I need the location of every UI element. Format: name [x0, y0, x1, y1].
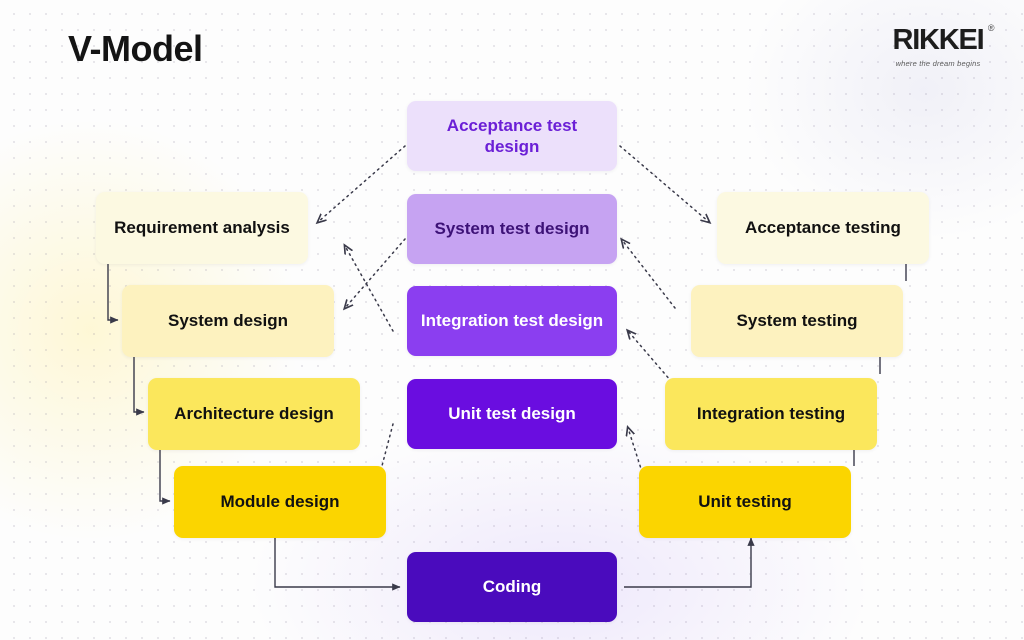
logo-wordmark: RIKKEI ®	[892, 24, 994, 56]
node-label: Integration test design	[420, 311, 604, 331]
node-label: Architecture design	[174, 404, 334, 424]
link-coding-to-unit-testing	[624, 537, 755, 588]
slide-canvas: V-Model RIKKEI ® where the dream begins	[0, 0, 1024, 640]
link-system-to-architecture	[133, 357, 145, 416]
node-system-design[interactable]: System design	[122, 285, 334, 357]
link-system-test-to-system-testing	[622, 240, 676, 309]
node-label: Acceptance testing	[745, 218, 901, 238]
node-label: System test design	[434, 219, 590, 239]
node-label: System testing	[736, 311, 858, 331]
link-module-to-coding	[274, 538, 401, 591]
logo-tagline: where the dream begins	[895, 59, 981, 68]
node-label: Acceptance test design	[446, 115, 578, 156]
node-label: System design	[168, 311, 288, 331]
node-coding[interactable]: Coding	[407, 552, 617, 622]
node-architecture-design[interactable]: Architecture design	[148, 378, 360, 450]
node-integration-testing[interactable]: Integration testing	[665, 378, 877, 450]
page-title: V-Model	[68, 28, 203, 69]
node-integration-test-design[interactable]: Integration test design	[407, 286, 617, 356]
registered-trademark-icon: ®	[987, 23, 995, 33]
link-architecture-to-module	[159, 450, 171, 505]
node-label: Module design	[220, 492, 340, 512]
rikkei-logo: RIKKEI ® where the dream begins	[882, 24, 994, 68]
node-acceptance-testing[interactable]: Acceptance testing	[717, 192, 929, 264]
link-system-design-to-system-test	[345, 238, 406, 308]
node-label: Integration testing	[696, 404, 846, 424]
node-label: Coding	[482, 577, 542, 597]
node-label: Unit testing	[698, 492, 792, 512]
node-module-design[interactable]: Module design	[174, 466, 386, 538]
node-label: Requirement analysis	[114, 218, 290, 238]
node-system-test-design[interactable]: System test design	[407, 194, 617, 264]
link-architecture-to-integration-test	[345, 246, 394, 332]
node-system-testing[interactable]: System testing	[691, 285, 903, 357]
node-acceptance-test-design[interactable]: Acceptance test design	[407, 101, 617, 171]
node-label: Unit test design	[448, 404, 576, 424]
node-unit-test-design[interactable]: Unit test design	[407, 379, 617, 449]
link-acceptance-design-to-acceptance-testing	[619, 145, 709, 222]
link-requirement-to-system	[107, 264, 119, 324]
node-requirement-analysis[interactable]: Requirement analysis	[96, 192, 308, 264]
logo-wordmark-text: RIKKEI	[892, 24, 984, 56]
link-acceptance-design-to-requirement	[318, 145, 406, 222]
node-unit-testing[interactable]: Unit testing	[639, 466, 851, 538]
